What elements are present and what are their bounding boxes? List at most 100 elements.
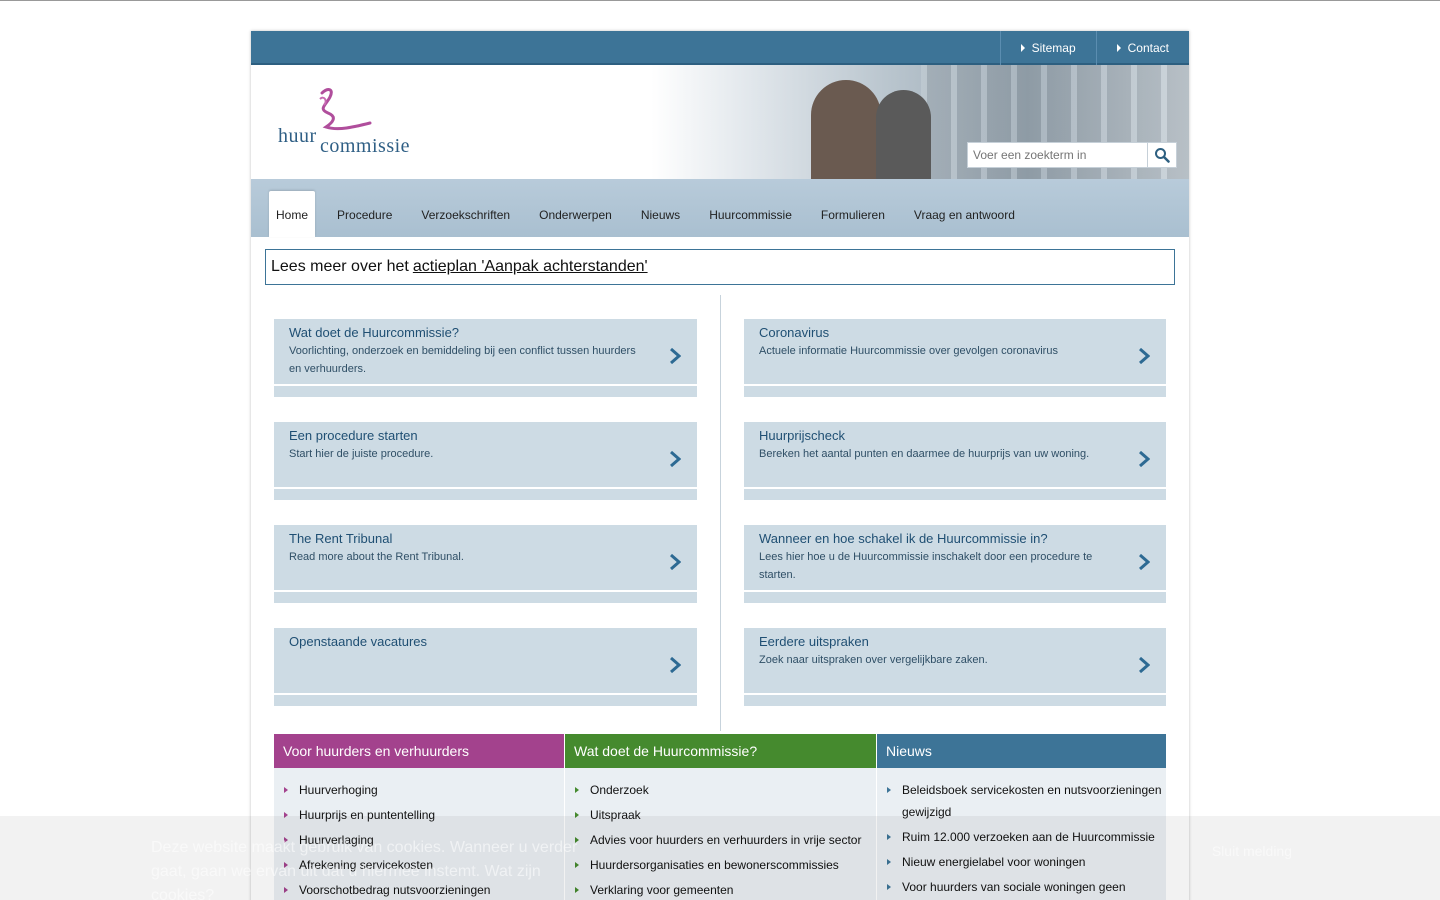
card-wat-doet[interactable]: Wat doet de Huurcommissie? Voorlichting,… <box>274 319 697 397</box>
page-container: Sitemap Contact huur commissie Voer een … <box>251 31 1189 900</box>
card-strip <box>274 386 697 397</box>
card-wanneer-en-hoe[interactable]: Wanneer en hoe schakel ik de Huurcommiss… <box>744 525 1166 603</box>
search-box <box>967 142 1177 168</box>
card-strip <box>274 592 697 603</box>
contact-link[interactable]: Contact <box>1095 31 1189 65</box>
list-item-label: Huurverhoging <box>299 783 378 797</box>
top-links: Sitemap Contact <box>999 31 1189 65</box>
card-vacatures[interactable]: Openstaande vacatures <box>274 628 697 706</box>
search-input[interactable] <box>967 142 1148 168</box>
card-desc: Bereken het aantal punten en daarmee de … <box>759 448 1090 460</box>
arrow-right-icon <box>1020 44 1025 52</box>
tab-label: Nieuws <box>640 208 681 222</box>
tab-procedure[interactable]: Procedure <box>330 191 399 237</box>
card-title: Wat doet de Huurcommissie? <box>289 325 460 340</box>
card-title: Coronavirus <box>759 325 830 340</box>
card-desc: Actuele informatie Huurcommissie over ge… <box>759 345 1058 357</box>
chevron-right-icon <box>1139 451 1150 467</box>
tab-label: Verzoekschriften <box>421 208 511 222</box>
top-bar: Sitemap Contact <box>251 31 1189 65</box>
chevron-right-icon <box>670 348 681 364</box>
card-desc: Lees hier hoe u de Huurcommissie inschak… <box>759 551 1093 581</box>
card-coronavirus[interactable]: Coronavirus Actuele informatie Huurcommi… <box>744 319 1166 397</box>
card-strip <box>744 695 1166 706</box>
card-eerdere-uitspraken[interactable]: Eerdere uitspraken Zoek naar uitspraken … <box>744 628 1166 706</box>
card-body: Coronavirus Actuele informatie Huurcommi… <box>744 319 1166 385</box>
chevron-right-icon <box>670 554 681 570</box>
notice-banner: Lees meer over het actieplan 'Aanpak ach… <box>265 249 1175 285</box>
card-columns: Wat doet de Huurcommissie? Voorlichting,… <box>251 295 1189 735</box>
card-body: Openstaande vacatures <box>274 628 697 694</box>
arrow-right-icon <box>1116 44 1121 52</box>
tab-huurcommissie[interactable]: Huurcommissie <box>702 191 799 237</box>
chevron-right-icon <box>670 451 681 467</box>
sitemap-label: Sitemap <box>1031 41 1076 55</box>
photo-person-woman <box>811 80 881 179</box>
header: huur commissie <box>251 65 1189 179</box>
chevron-right-icon <box>670 657 681 673</box>
card-desc: Zoek naar uitspraken over vergelijkbare … <box>759 654 988 666</box>
tab-label: Formulieren <box>820 208 885 222</box>
tab-label: Onderwerpen <box>539 208 612 222</box>
tab-home[interactable]: Home <box>269 191 316 237</box>
cookie-close-button[interactable]: Sluit melding <box>1042 838 1292 864</box>
tab-label: Huurcommissie <box>709 208 792 222</box>
card-title: Wanneer en hoe schakel ik de Huurcommiss… <box>759 531 1048 546</box>
card-rent-tribunal[interactable]: The Rent Tribunal Read more about the Re… <box>274 525 697 603</box>
list-item[interactable]: Huurverhoging <box>284 779 564 801</box>
column-title: Nieuws <box>877 734 1166 768</box>
card-desc: Read more about the Rent Tribunal. <box>289 551 464 563</box>
bullet-arrow-icon <box>575 787 579 793</box>
card-body: The Rent Tribunal Read more about the Re… <box>274 525 697 591</box>
card-title: Eerdere uitspraken <box>759 634 869 649</box>
search-icon <box>1155 148 1170 163</box>
sitemap-link[interactable]: Sitemap <box>999 31 1096 65</box>
column-divider <box>720 295 721 731</box>
card-procedure-starten[interactable]: Een procedure starten Start hier de juis… <box>274 422 697 500</box>
main-nav: Home Procedure Verzoekschriften Onderwer… <box>251 179 1189 237</box>
contact-label: Contact <box>1127 41 1169 55</box>
tab-formulieren[interactable]: Formulieren <box>814 191 892 237</box>
card-title: Huurprijscheck <box>759 428 845 443</box>
cookie-bar: Deze website maakt gebruik van cookies. … <box>0 816 1440 900</box>
list-item[interactable]: Onderzoek <box>575 779 876 801</box>
card-body: Eerdere uitspraken Zoek naar uitspraken … <box>744 628 1166 694</box>
list-item-label: Onderzoek <box>590 783 649 797</box>
search-button[interactable] <box>1148 142 1177 168</box>
notice-text: Lees meer over het <box>271 258 409 275</box>
tab-nieuws[interactable]: Nieuws <box>634 191 687 237</box>
card-desc: Start hier de juiste procedure. <box>289 448 434 460</box>
column-title: Wat doet de Huurcommissie? <box>565 734 876 768</box>
card-strip <box>744 592 1166 603</box>
card-title: The Rent Tribunal <box>289 531 393 546</box>
tab-label: Vraag en antwoord <box>913 208 1015 222</box>
bullet-arrow-icon <box>284 787 288 793</box>
logo-text-huur: huur <box>278 125 317 147</box>
bullet-arrow-icon <box>887 787 891 793</box>
column-title: Voor huurders en verhuurders <box>274 734 564 768</box>
card-strip <box>744 386 1166 397</box>
tab-label: Procedure <box>337 208 393 222</box>
card-body: Een procedure starten Start hier de juis… <box>274 422 697 488</box>
logo-swirl-icon <box>319 88 372 131</box>
card-body: Huurprijscheck Bereken het aantal punten… <box>744 422 1166 488</box>
chevron-right-icon <box>1139 554 1150 570</box>
card-huurprijscheck[interactable]: Huurprijscheck Bereken het aantal punten… <box>744 422 1166 500</box>
card-strip <box>274 695 697 706</box>
list-item-label: Beleidsboek servicekosten en nutsvoorzie… <box>902 783 1162 819</box>
card-title: Een procedure starten <box>289 428 418 443</box>
tab-vraag-en-antwoord[interactable]: Vraag en antwoord <box>907 191 1022 237</box>
card-desc: Voorlichting, onderzoek en bemiddeling b… <box>289 345 636 375</box>
notice-link[interactable]: actieplan 'Aanpak achterstanden' <box>413 258 648 276</box>
logo-text-commissie: commissie <box>320 135 411 157</box>
tab-onderwerpen[interactable]: Onderwerpen <box>532 191 619 237</box>
tab-verzoekschriften[interactable]: Verzoekschriften <box>414 191 517 237</box>
chevron-right-icon <box>1139 348 1150 364</box>
huurcommissie-logo[interactable]: huur commissie <box>278 87 428 157</box>
card-body: Wat doet de Huurcommissie? Voorlichting,… <box>274 319 697 385</box>
chevron-right-icon <box>1139 657 1150 673</box>
card-body: Wanneer en hoe schakel ik de Huurcommiss… <box>744 525 1166 591</box>
cookie-text: Deze website maakt gebruik van cookies. … <box>151 839 578 900</box>
card-strip <box>744 489 1166 500</box>
card-strip <box>274 489 697 500</box>
